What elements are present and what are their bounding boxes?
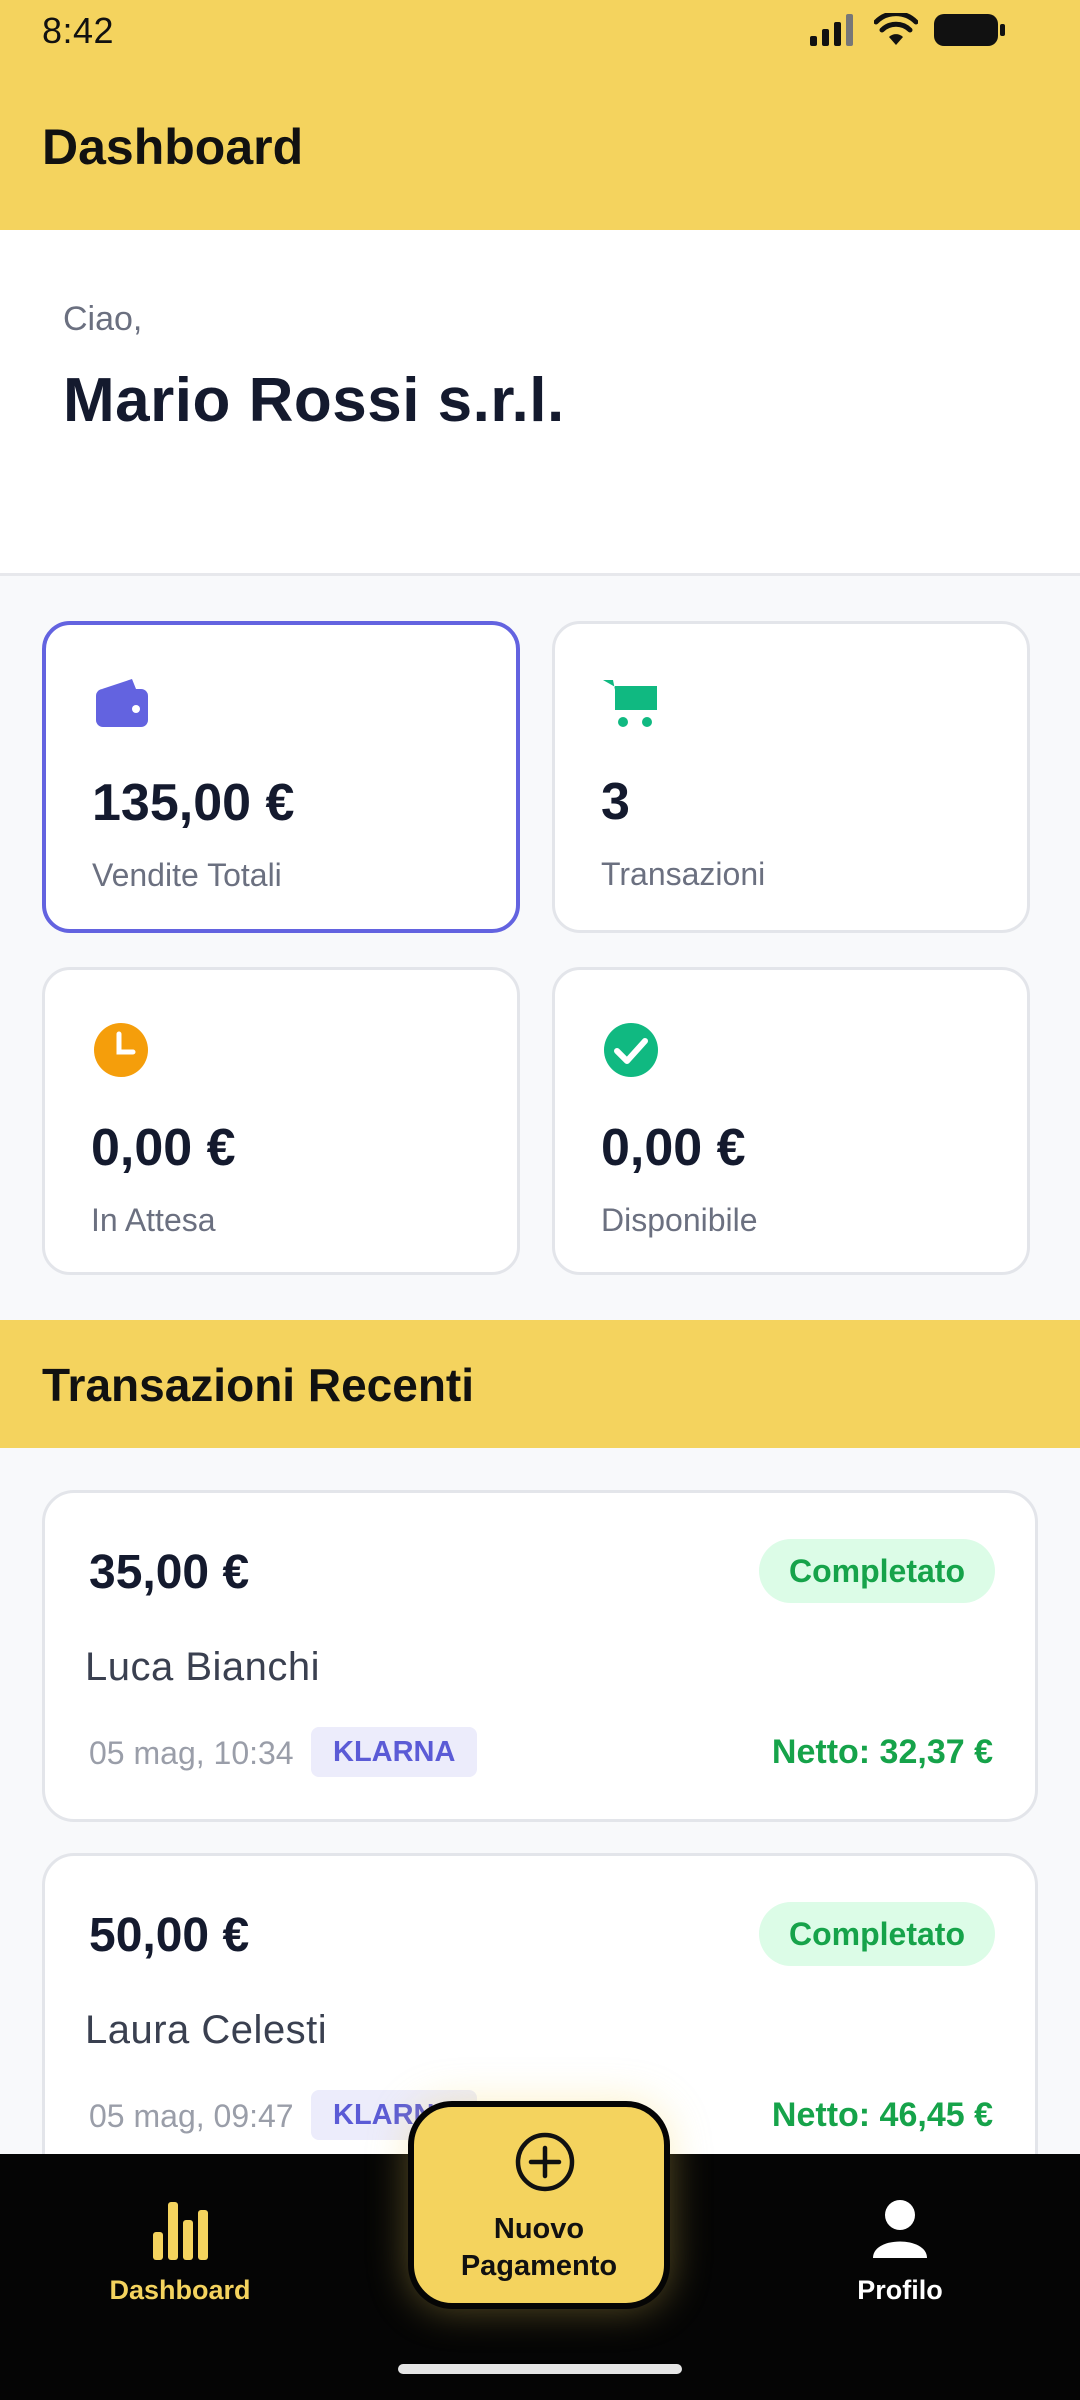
customer-name: Luca Bianchi: [85, 1645, 321, 1689]
nav-label-profile: Profilo: [857, 2275, 943, 2305]
customer-name: Laura Celesti: [85, 2008, 328, 2052]
user-icon: [873, 2200, 927, 2258]
app-header: 8:42 Dashboard: [0, 0, 1080, 230]
stat-card-total-sales[interactable]: 135,00 € Vendite Totali: [42, 621, 520, 933]
stat-card-transactions[interactable]: 3 Transazioni: [552, 621, 1030, 933]
status-icons: [810, 12, 1006, 48]
nav-label-dashboard: Dashboard: [109, 2275, 251, 2305]
status-time: 8:42: [42, 10, 115, 51]
transaction-amount: 35,00 €: [89, 1546, 250, 1599]
recent-transactions-header: Transazioni Recenti: [0, 1320, 1080, 1448]
net-amount: Netto: 46,45 €: [771, 2096, 993, 2134]
stat-value: 135,00 €: [92, 774, 295, 832]
transaction-amount: 50,00 €: [89, 1909, 250, 1962]
stat-card-pending[interactable]: 0,00 € In Attesa: [42, 967, 520, 1275]
wallet-icon: [96, 679, 148, 727]
status-badge: Completato: [759, 1902, 995, 1966]
stat-value: 0,00 €: [91, 1119, 236, 1177]
new-payment-label: Nuovo Pagamento: [414, 2211, 664, 2285]
nav-item-dashboard[interactable]: Dashboard: [50, 2198, 310, 2306]
transaction-date: 05 mag, 10:34: [89, 1735, 294, 1771]
bar-chart-icon: [153, 2202, 208, 2260]
check-circle-icon: [604, 1023, 658, 1077]
new-payment-label-line1: Nuovo: [493, 2213, 585, 2245]
payment-method-badge: KLARNA: [311, 1727, 478, 1777]
clock-icon: [94, 1023, 148, 1077]
merchant-name: Mario Rossi s.r.l.: [63, 366, 565, 435]
transaction-date: 05 mag, 09:47: [89, 2098, 294, 2134]
new-payment-label-line2: Pagamento: [460, 2250, 618, 2282]
battery-icon: [934, 14, 1005, 46]
stat-card-available[interactable]: 0,00 € Disponibile: [552, 967, 1030, 1275]
stat-label: Vendite Totali: [92, 857, 282, 893]
page-title: Dashboard: [42, 119, 304, 175]
wifi-icon: [874, 13, 918, 45]
greeting-hello: Ciao,: [63, 300, 143, 338]
greeting-section: Ciao, Mario Rossi s.r.l.: [0, 230, 1080, 576]
signal-icon: [810, 14, 853, 46]
plus-circle-icon: [515, 2132, 575, 2192]
nav-item-profile[interactable]: Profilo: [770, 2198, 1030, 2306]
home-indicator: [398, 2364, 682, 2374]
net-amount: Netto: 32,37 €: [771, 1733, 993, 1771]
new-payment-button[interactable]: Nuovo Pagamento: [408, 2101, 670, 2309]
stat-value: 0,00 €: [601, 1119, 746, 1177]
section-title: Transazioni Recenti: [42, 1359, 475, 1411]
transaction-card[interactable]: 35,00 € Completato Luca Bianchi 05 mag, …: [42, 1490, 1038, 1822]
stat-label: Transazioni: [601, 856, 766, 892]
status-badge: Completato: [759, 1539, 995, 1603]
stat-label: In Attesa: [91, 1202, 216, 1238]
cart-icon: [603, 680, 657, 727]
stat-label: Disponibile: [601, 1202, 758, 1238]
stat-value: 3: [601, 773, 630, 831]
